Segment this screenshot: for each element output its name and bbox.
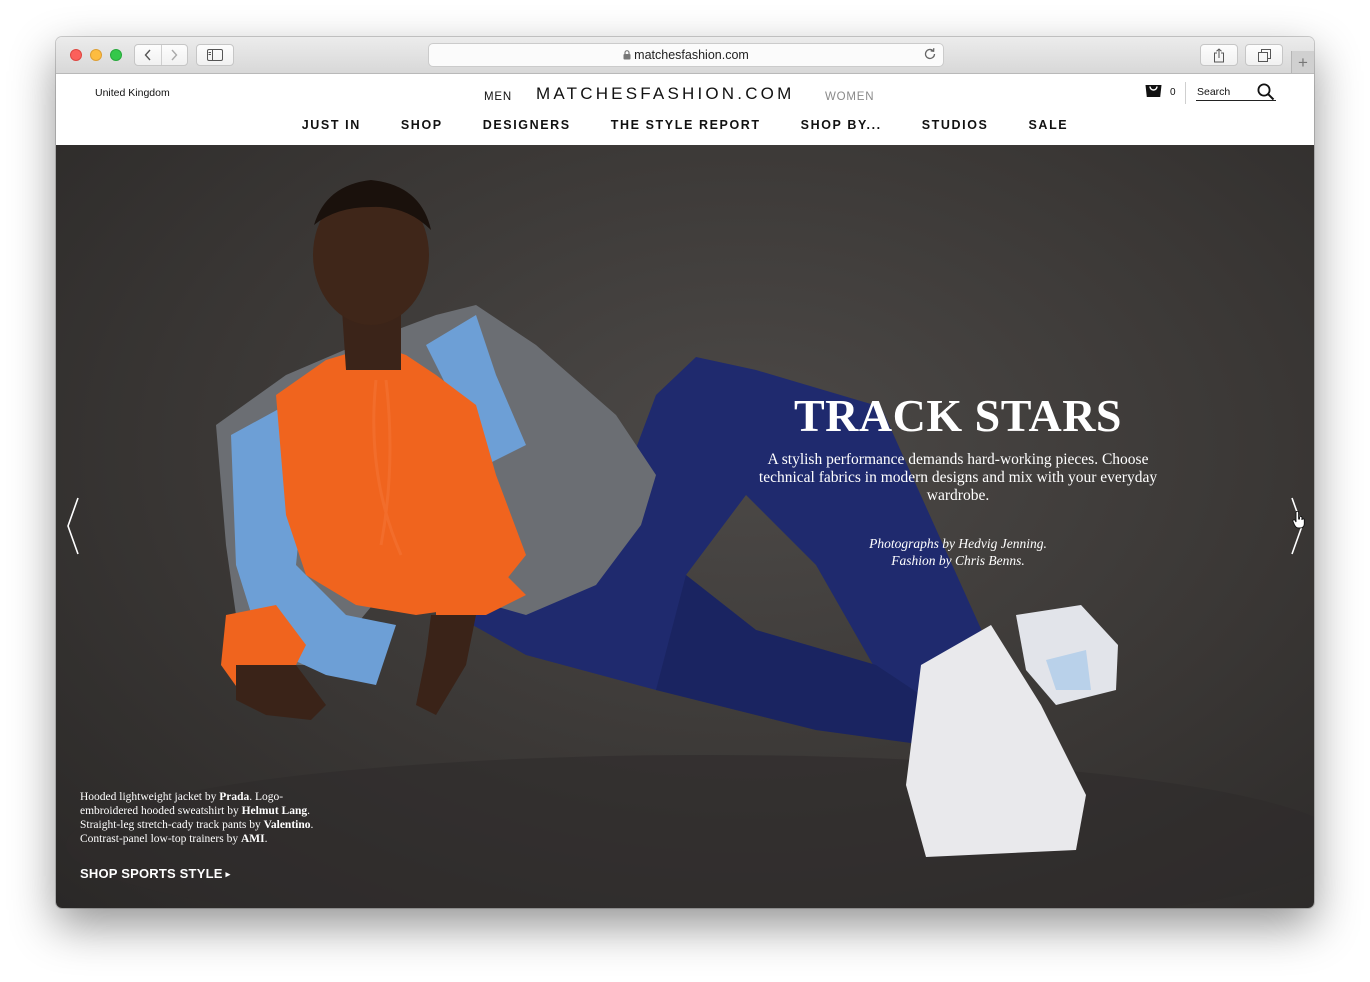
header-divider <box>1185 82 1186 104</box>
reload-icon <box>924 48 936 60</box>
chevron-left-icon <box>144 49 151 61</box>
shopping-bag-icon <box>1145 85 1162 97</box>
minimize-window-button[interactable] <box>90 49 102 61</box>
caption-text-5: . <box>264 833 268 845</box>
caption-text-1: Hooded lightweight jacket by <box>80 791 220 803</box>
share-button[interactable] <box>1200 44 1238 66</box>
sidebar-icon <box>207 49 223 61</box>
nav-studios[interactable]: STUDIOS <box>922 118 989 132</box>
brand-prada: Prada <box>219 791 250 803</box>
reload-button[interactable] <box>923 47 937 66</box>
url-text: matchesfashion.com <box>634 48 749 62</box>
site-logo[interactable]: MATCHESFASHION.COM <box>536 84 794 104</box>
photographer-credit: Photographs by Hedvig Jenning. <box>869 536 1047 551</box>
zoom-window-button[interactable] <box>110 49 122 61</box>
hero-credits: Photographs by Hedvig Jenning. Fashion b… <box>748 535 1168 569</box>
browser-toolbar: matchesfashion.com + <box>56 37 1314 74</box>
back-button[interactable] <box>135 45 161 65</box>
fashion-credit: Fashion by Chris Benns. <box>891 553 1025 568</box>
nav-just-in[interactable]: JUST IN <box>302 118 361 132</box>
outfit-caption: Hooded lightweight jacket by Prada. Logo… <box>80 790 318 846</box>
carousel-prev-button[interactable] <box>66 497 80 560</box>
chevron-left-icon <box>67 497 79 555</box>
nav-shop[interactable]: SHOP <box>401 118 443 132</box>
shopping-bag-button[interactable] <box>1144 82 1163 103</box>
region-selector[interactable]: United Kingdom <box>95 87 170 99</box>
brand-ami: AMI <box>240 833 265 845</box>
new-tab-button[interactable]: + <box>1291 51 1314 73</box>
tab-overview-button[interactable] <box>1245 44 1283 66</box>
women-link[interactable]: WOMEN <box>825 91 874 103</box>
nav-designers[interactable]: DESIGNERS <box>483 118 571 132</box>
chevron-right-icon <box>171 49 178 61</box>
nav-style-report[interactable]: THE STYLE REPORT <box>611 118 761 132</box>
search-button[interactable] <box>1257 83 1275 106</box>
brand-helmut-lang: Helmut Lang <box>241 805 308 817</box>
main-navigation: JUST IN SHOP DESIGNERS THE STYLE REPORT … <box>56 118 1314 132</box>
nav-sale[interactable]: SALE <box>1029 118 1069 132</box>
history-nav <box>134 44 188 66</box>
close-window-button[interactable] <box>70 49 82 61</box>
hero-title: TRACK STARS <box>794 390 1122 441</box>
hand-cursor-icon <box>1292 510 1306 534</box>
brand-valentino: Valentino <box>263 819 311 831</box>
browser-window: matchesfashion.com + United Kingdom MEN … <box>56 37 1314 908</box>
cta-label: SHOP SPORTS STYLE <box>80 866 223 881</box>
lock-icon <box>623 50 631 60</box>
nav-shop-by[interactable]: SHOP BY... <box>801 118 882 132</box>
sidebar-toggle-button[interactable] <box>196 44 234 66</box>
hero-description: A stylish performance demands hard-worki… <box>758 451 1158 504</box>
plus-icon: + <box>1298 52 1308 72</box>
search-icon <box>1257 83 1275 101</box>
forward-button[interactable] <box>162 45 188 65</box>
shop-sports-style-link[interactable]: SHOP SPORTS STYLE ▸ <box>80 866 230 881</box>
hero-banner[interactable]: TRACK STARS A stylish performance demand… <box>56 145 1314 908</box>
share-icon <box>1214 47 1224 62</box>
address-bar[interactable]: matchesfashion.com <box>428 43 944 67</box>
bag-count: 0 <box>1170 87 1176 98</box>
url-display[interactable]: matchesfashion.com <box>429 48 943 62</box>
site-header: United Kingdom MEN MATCHESFASHION.COM WO… <box>56 74 1314 145</box>
men-link[interactable]: MEN <box>484 91 512 103</box>
tabs-icon <box>1257 48 1271 62</box>
caret-right-icon: ▸ <box>225 869 231 879</box>
